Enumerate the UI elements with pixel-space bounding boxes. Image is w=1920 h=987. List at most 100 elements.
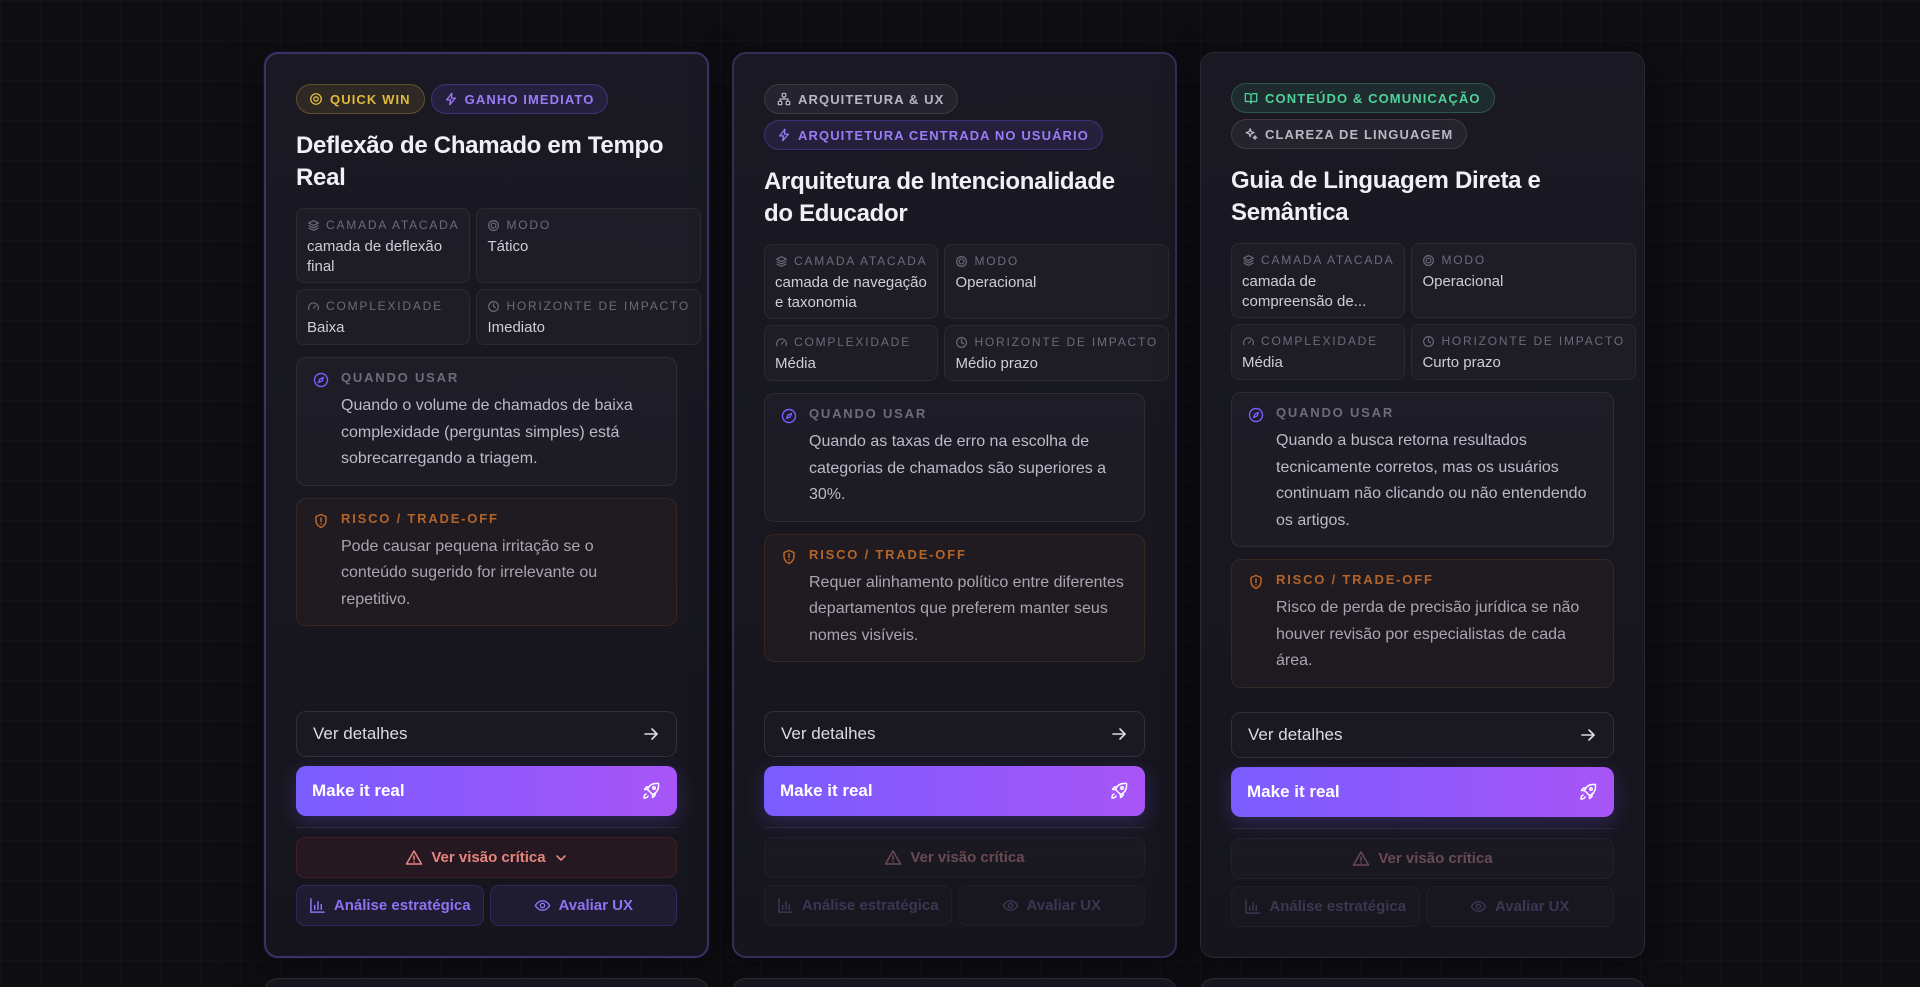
sparkles-icon [1245, 128, 1258, 140]
badge-label: QUICK WIN [330, 91, 411, 107]
card-deflexao: QUICK WIN GANHO IMEDIATO Deflexão de Cha… [264, 52, 709, 958]
evaluate-ux-button[interactable]: Avaliar UX [489, 885, 677, 926]
meta-label: HORIZONTE DE IMPACTO [1441, 334, 1626, 348]
rocket-icon [1111, 782, 1128, 799]
clock-icon [956, 336, 968, 348]
meta-modo: MODO Operacional [944, 244, 1170, 319]
divider [296, 827, 677, 828]
arrow-right-icon [1112, 728, 1126, 740]
make-real-label: Make it real [312, 781, 405, 800]
evaluate-ux-button[interactable]: Avaliar UX [958, 885, 1146, 926]
strategic-analysis-button[interactable]: Análise estratégica [296, 885, 484, 926]
divider [1231, 828, 1614, 829]
meta-value: Médio prazo [955, 355, 1038, 372]
card-badges: CONTEÚDO & COMUNICAÇÃO CLAREZA DE LINGUA… [1231, 83, 1614, 149]
next-card-peek [1200, 978, 1645, 987]
meta-value: Baixa [307, 319, 345, 336]
risk-panel: RISCO / TRADE-OFF Pode causar pequena ir… [296, 497, 677, 626]
details-label: Ver detalhes [781, 724, 876, 743]
meta-camada: CAMADA ATACADA camada de navegação e tax… [764, 244, 939, 319]
risk-label: RISCO / TRADE-OFF [809, 546, 967, 562]
card-title: Guia de Linguagem Direta e Semântica [1231, 167, 1541, 226]
card-arquitetura: ARQUITETURA & UX ARQUITETURA CENTRADA NO… [732, 52, 1177, 958]
shield-alert-icon [315, 513, 327, 528]
gauge-icon [308, 301, 319, 310]
make-it-real-button[interactable]: Make it real [764, 766, 1145, 816]
details-button[interactable]: Ver detalhes [1231, 712, 1614, 758]
bar-chart-icon [778, 898, 793, 913]
meta-label: CAMADA ATACADA [326, 218, 460, 232]
evaluate-ux-button[interactable]: Avaliar UX [1426, 886, 1615, 927]
badge-ganho-imediato: GANHO IMEDIATO [430, 84, 609, 114]
meta-grid: CAMADA ATACADA camada de navegação e tax… [764, 244, 1170, 381]
risk-label: RISCO / TRADE-OFF [1276, 572, 1434, 587]
meta-label: HORIZONTE DE IMPACTO [974, 335, 1159, 349]
strategic-analysis-button[interactable]: Análise estratégica [1231, 886, 1420, 927]
make-it-real-button[interactable]: Make it real [296, 766, 677, 816]
critical-view-button[interactable]: Ver visão crítica [1231, 838, 1614, 879]
compass-icon [781, 408, 797, 424]
meta-complexidade: COMPLEXIDADE Baixa [296, 289, 471, 345]
critical-view-button[interactable]: Ver visão crítica [764, 837, 1145, 878]
meta-label: MODO [1441, 253, 1486, 267]
critical-label: Ver visão crítica [431, 849, 546, 866]
meta-grid: CAMADA ATACADA camada de deflexão final … [296, 208, 702, 345]
badge-label: CLAREZA DE LINGUAGEM [1265, 126, 1454, 142]
book-icon [1244, 93, 1258, 104]
strategic-analysis-button[interactable]: Análise estratégica [764, 885, 952, 926]
risk-text: Requer alinhamento político entre difere… [809, 573, 1124, 644]
lightning-icon [778, 128, 790, 142]
target-icon [310, 93, 322, 105]
when-text: Quando as taxas de erro na escolha de ca… [809, 433, 1107, 503]
lightning-icon [445, 92, 456, 106]
meta-horizonte: HORIZONTE DE IMPACTO Imediato [476, 289, 702, 345]
arrow-right-icon [1581, 729, 1595, 741]
meta-label: CAMADA ATACADA [794, 254, 928, 268]
when-label: QUANDO USAR [809, 406, 928, 421]
meta-modo: MODO Tático [476, 208, 702, 283]
card-badges: ARQUITETURA & UX ARQUITETURA CENTRADA NO… [764, 84, 1145, 150]
card-title: Arquitetura de Intencionalidade do Educa… [764, 168, 1115, 227]
details-button[interactable]: Ver detalhes [764, 711, 1145, 757]
badge-label: GANHO IMEDIATO [464, 91, 595, 107]
ux-label: Avaliar UX [558, 897, 633, 914]
meta-label: HORIZONTE DE IMPACTO [506, 299, 691, 313]
make-real-label: Make it real [780, 781, 873, 800]
meta-label: COMPLEXIDADE [794, 335, 911, 349]
when-to-use-panel: QUANDO USAR Quando o volume de chamados … [296, 357, 677, 486]
compass-icon [1248, 407, 1264, 423]
when-text: Quando a busca retorna resultados tecnic… [1276, 432, 1587, 529]
eye-icon [1002, 900, 1018, 911]
meta-camada: CAMADA ATACADA camada de deflexão final [296, 208, 471, 283]
make-it-real-button[interactable]: Make it real [1231, 767, 1614, 817]
eye-icon [1470, 901, 1487, 912]
badge-label: ARQUITETURA CENTRADA NO USUÁRIO [798, 127, 1089, 143]
meta-value: camada de deflexão final [307, 238, 443, 275]
critical-label: Ver visão crítica [1378, 850, 1493, 867]
details-button[interactable]: Ver detalhes [296, 711, 677, 757]
badge-quick-win: QUICK WIN [296, 84, 425, 114]
badge-conteudo-comunicacao: CONTEÚDO & COMUNICAÇÃO [1231, 83, 1495, 113]
compass-icon [313, 372, 329, 388]
meta-complexidade: COMPLEXIDADE Média [1231, 324, 1406, 380]
meta-value: Imediato [487, 319, 545, 336]
meta-horizonte: HORIZONTE DE IMPACTO Curto prazo [1411, 324, 1637, 380]
critical-label: Ver visão crítica [910, 849, 1025, 866]
rocket-icon [1580, 783, 1597, 800]
badge-arquitetura-ux: ARQUITETURA & UX [764, 84, 959, 114]
strategic-label: Análise estratégica [1269, 898, 1407, 915]
when-label: QUANDO USAR [1276, 405, 1395, 420]
divider [764, 827, 1145, 828]
card-badges: QUICK WIN GANHO IMEDIATO [296, 84, 677, 114]
next-card-peek [264, 978, 709, 987]
next-card-peek [732, 978, 1177, 987]
badge-clareza-linguagem: CLAREZA DE LINGUAGEM [1231, 119, 1468, 149]
risk-text: Pode causar pequena irritação se o conte… [341, 537, 598, 608]
warning-icon [1353, 850, 1370, 866]
chevron-down-icon [555, 854, 566, 861]
critical-view-button[interactable]: Ver visão crítica [296, 837, 677, 878]
layers-icon [776, 255, 787, 267]
warning-icon [885, 849, 902, 865]
meta-label: MODO [974, 254, 1019, 268]
bar-chart-icon [1245, 899, 1261, 914]
